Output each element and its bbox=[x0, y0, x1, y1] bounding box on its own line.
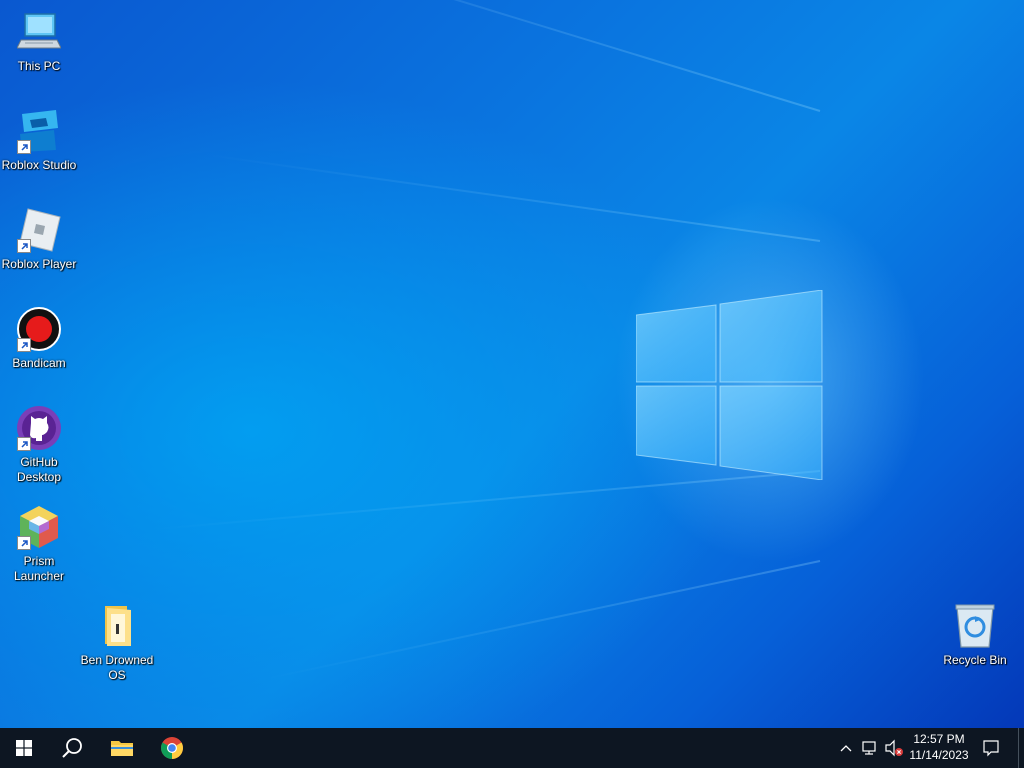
search-icon bbox=[62, 738, 82, 758]
network-icon bbox=[862, 741, 876, 755]
taskbar: 12:57 PM 11/14/2023 bbox=[0, 728, 1024, 768]
action-center-button[interactable] bbox=[981, 738, 1001, 758]
taskbar-file-explorer[interactable] bbox=[98, 728, 146, 768]
desktop-icon-roblox-studio[interactable]: Roblox Studio bbox=[0, 107, 78, 173]
icon-label: Recycle Bin bbox=[943, 653, 1007, 667]
bandicam-icon bbox=[15, 305, 63, 353]
taskbar-chrome[interactable] bbox=[148, 728, 196, 768]
shortcut-arrow-icon bbox=[17, 536, 31, 550]
network-button[interactable] bbox=[860, 738, 880, 758]
github-icon bbox=[15, 404, 63, 452]
windows-start-icon bbox=[16, 740, 32, 756]
desktop-icon-roblox-player[interactable]: Roblox Player bbox=[0, 206, 78, 272]
icon-label: GitHub Desktop bbox=[16, 455, 62, 484]
roblox-player-icon bbox=[15, 206, 63, 254]
show-desktop-button[interactable] bbox=[1018, 728, 1024, 768]
icon-label: This PC bbox=[17, 59, 61, 73]
volume-muted-icon bbox=[885, 739, 903, 757]
icon-label: Ben Drowned OS bbox=[80, 653, 154, 682]
desktop-icon-recycle-bin[interactable]: Recycle Bin bbox=[936, 602, 1014, 668]
desktop[interactable]: This PC Roblox Studio Roblox Player Band… bbox=[0, 0, 1024, 728]
desktop-icon-bandicam[interactable]: Bandicam bbox=[0, 305, 78, 371]
desktop-icon-prism-launcher[interactable]: Prism Launcher bbox=[0, 503, 78, 584]
shortcut-arrow-icon bbox=[17, 338, 31, 352]
icon-label: Roblox Studio bbox=[1, 158, 77, 172]
recycle-bin-icon bbox=[951, 602, 999, 650]
icon-label: Prism Launcher bbox=[13, 554, 65, 583]
icon-label: Bandicam bbox=[12, 356, 66, 370]
folder-icon bbox=[93, 602, 141, 650]
shortcut-arrow-icon bbox=[17, 437, 31, 451]
start-button[interactable] bbox=[0, 728, 48, 768]
desktop-icon-ben-drowned-os[interactable]: Ben Drowned OS bbox=[78, 602, 156, 683]
shortcut-arrow-icon bbox=[17, 140, 31, 154]
wallpaper-beam bbox=[150, 0, 821, 112]
chevron-up-icon bbox=[840, 745, 852, 752]
prism-launcher-icon bbox=[15, 503, 63, 551]
clock[interactable]: 12:57 PM 11/14/2023 bbox=[906, 731, 972, 763]
desktop-icon-this-pc[interactable]: This PC bbox=[0, 8, 78, 74]
action-center-icon bbox=[983, 740, 999, 757]
desktop-icon-github-desktop[interactable]: GitHub Desktop bbox=[0, 404, 78, 485]
clock-time: 12:57 PM bbox=[913, 732, 965, 746]
computer-icon bbox=[15, 8, 63, 56]
folder-icon bbox=[111, 741, 133, 756]
wallpaper-beam bbox=[205, 153, 821, 242]
wallpaper-beam bbox=[262, 560, 821, 681]
search-button[interactable] bbox=[48, 728, 96, 768]
chrome-icon bbox=[161, 737, 183, 759]
shortcut-arrow-icon bbox=[17, 239, 31, 253]
icon-label: Roblox Player bbox=[1, 257, 77, 271]
show-hidden-icons-button[interactable] bbox=[836, 738, 856, 758]
windows-logo-wallpaper bbox=[636, 290, 823, 480]
clock-date: 11/14/2023 bbox=[909, 748, 969, 762]
volume-button[interactable] bbox=[884, 738, 904, 758]
roblox-studio-icon bbox=[15, 107, 63, 155]
